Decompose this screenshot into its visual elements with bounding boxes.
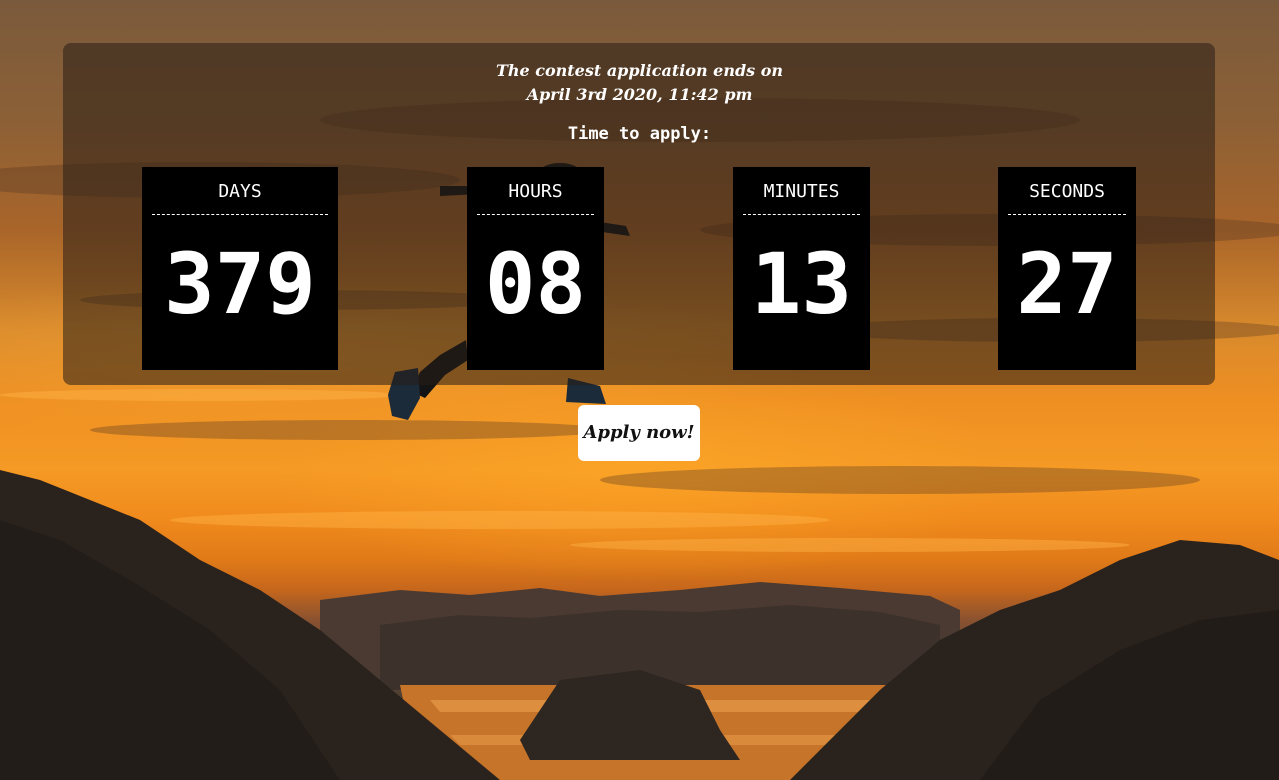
deadline-date: April 3rd 2020, 11:42 pm [526,85,753,104]
countdown-unit-label: DAYS [152,179,328,215]
apply-now-button[interactable]: Apply now! [578,405,700,461]
time-to-apply-label: Time to apply: [567,124,712,144]
deadline-headline: The contest application ends on April 3r… [0,59,1279,107]
countdown-unit-label: MINUTES [743,179,860,215]
countdown-value: 13 [750,235,853,333]
deadline-headline-line1: The contest application ends on [495,61,784,80]
countdown-value: 379 [164,235,316,333]
countdown-card-minutes: MINUTES 13 [733,167,870,370]
countdown-card-seconds: SECONDS 27 [998,167,1136,370]
countdown-card-days: DAYS 379 [142,167,338,370]
countdown-unit-label: HOURS [477,179,594,215]
countdown-card-hours: HOURS 08 [467,167,604,370]
countdown-unit-label: SECONDS [1008,179,1126,215]
countdown-value: 27 [1016,235,1118,333]
countdown-value: 08 [484,235,587,333]
